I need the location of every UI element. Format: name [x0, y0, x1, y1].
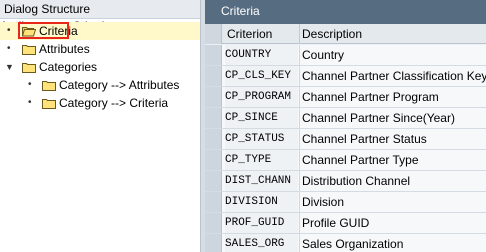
bullet-icon: •	[7, 43, 11, 54]
column-header-description[interactable]: Description	[302, 27, 362, 41]
tree-item-label: Category --> Criteria	[59, 96, 169, 110]
row-selector[interactable]	[205, 129, 222, 149]
description-cell: Channel Partner Program	[302, 90, 439, 104]
tree-item-category-criteria[interactable]: • Category --> Criteria	[0, 94, 200, 112]
select-all-cell[interactable]	[205, 24, 222, 44]
bullet-icon: •	[28, 97, 32, 108]
description-cell: Channel Partner Since(Year)	[302, 111, 455, 125]
column-divider	[299, 45, 300, 65]
table-row[interactable]: CP_SINCE Channel Partner Since(Year)	[205, 108, 486, 129]
table-header: Criterion Description	[205, 24, 486, 44]
criterion-cell[interactable]: SALES_ORG	[225, 234, 298, 252]
description-cell: Channel Partner Type	[302, 153, 419, 167]
tree-item-label: Categories	[39, 60, 98, 74]
tree-item-label: Category --> Attributes	[59, 78, 180, 92]
criterion-cell[interactable]: DIST_CHANN	[225, 171, 298, 191]
description-cell: Sales Organization	[302, 237, 404, 251]
row-selector[interactable]	[205, 213, 222, 233]
table-row[interactable]: DIST_CHANN Distribution Channel	[205, 171, 486, 192]
column-divider	[299, 66, 300, 86]
table-row[interactable]: DIVISION Division	[205, 192, 486, 213]
column-divider	[299, 234, 300, 252]
row-selector[interactable]	[205, 192, 222, 212]
criteria-title: Criteria	[205, 0, 486, 24]
column-divider	[299, 108, 300, 128]
folder-icon	[22, 44, 36, 55]
description-cell: Channel Partner Status	[302, 132, 427, 146]
folder-icon	[42, 80, 56, 91]
folder-icon	[42, 98, 56, 109]
row-selector[interactable]	[205, 234, 222, 252]
expand-caret-icon[interactable]: ▼	[5, 58, 14, 76]
table-row[interactable]: PROF_GUID Profile GUID	[205, 213, 486, 234]
table-row[interactable]: SALES_ORG Sales Organization	[205, 234, 486, 252]
row-selector[interactable]	[205, 66, 222, 86]
row-selector[interactable]	[205, 171, 222, 191]
dialog-structure-panel: Dialog Structure • Criteria • Attributes…	[0, 0, 200, 252]
description-cell: Channel Partner Classification Key	[302, 69, 486, 83]
column-divider	[299, 87, 300, 107]
column-divider	[299, 192, 300, 212]
criterion-cell[interactable]: COUNTRY	[225, 45, 298, 65]
table-row[interactable]: CP_PROGRAM Channel Partner Program	[205, 87, 486, 108]
criterion-cell[interactable]: CP_TYPE	[225, 150, 298, 170]
table-row[interactable]: COUNTRY Country	[205, 45, 486, 66]
criterion-cell[interactable]: CP_PROGRAM	[225, 87, 298, 107]
column-divider	[299, 171, 300, 191]
criteria-panel: Criteria Criterion Description COUNTRY Co…	[205, 0, 486, 252]
description-cell: Country	[302, 48, 345, 62]
row-selector[interactable]	[205, 45, 222, 65]
tree-item-attributes[interactable]: • Attributes	[0, 40, 200, 58]
description-cell: Division	[302, 195, 345, 209]
description-cell: Distribution Channel	[302, 174, 411, 188]
dialog-structure-header: Dialog Structure	[0, 0, 200, 19]
criterion-cell[interactable]: DIVISION	[225, 192, 298, 212]
tree-item-categories[interactable]: ▼ Categories	[0, 58, 200, 76]
table-row[interactable]: CP_STATUS Channel Partner Status	[205, 129, 486, 150]
folder-icon	[22, 62, 36, 73]
tree-item-label: Attributes	[39, 42, 90, 56]
column-divider	[299, 213, 300, 233]
bullet-icon: •	[7, 25, 11, 36]
table-row[interactable]: CP_CLS_KEY Channel Partner Classification…	[205, 66, 486, 87]
column-divider	[299, 129, 300, 149]
column-divider	[299, 150, 300, 170]
row-selector[interactable]	[205, 87, 222, 107]
tree-item-category-attributes[interactable]: • Category --> Attributes	[0, 76, 200, 94]
highlight-box	[18, 22, 69, 39]
criterion-cell[interactable]: PROF_GUID	[225, 213, 298, 233]
row-selector[interactable]	[205, 108, 222, 128]
column-divider	[299, 24, 300, 44]
column-header-criterion[interactable]: Criterion	[227, 27, 272, 41]
criterion-cell[interactable]: CP_STATUS	[225, 129, 298, 149]
bullet-icon: •	[28, 79, 32, 90]
table-row[interactable]: CP_TYPE Channel Partner Type	[205, 150, 486, 171]
description-cell: Profile GUID	[302, 216, 370, 230]
criterion-cell[interactable]: CP_CLS_KEY	[225, 66, 298, 86]
criterion-cell[interactable]: CP_SINCE	[225, 108, 298, 128]
row-selector[interactable]	[205, 150, 222, 170]
